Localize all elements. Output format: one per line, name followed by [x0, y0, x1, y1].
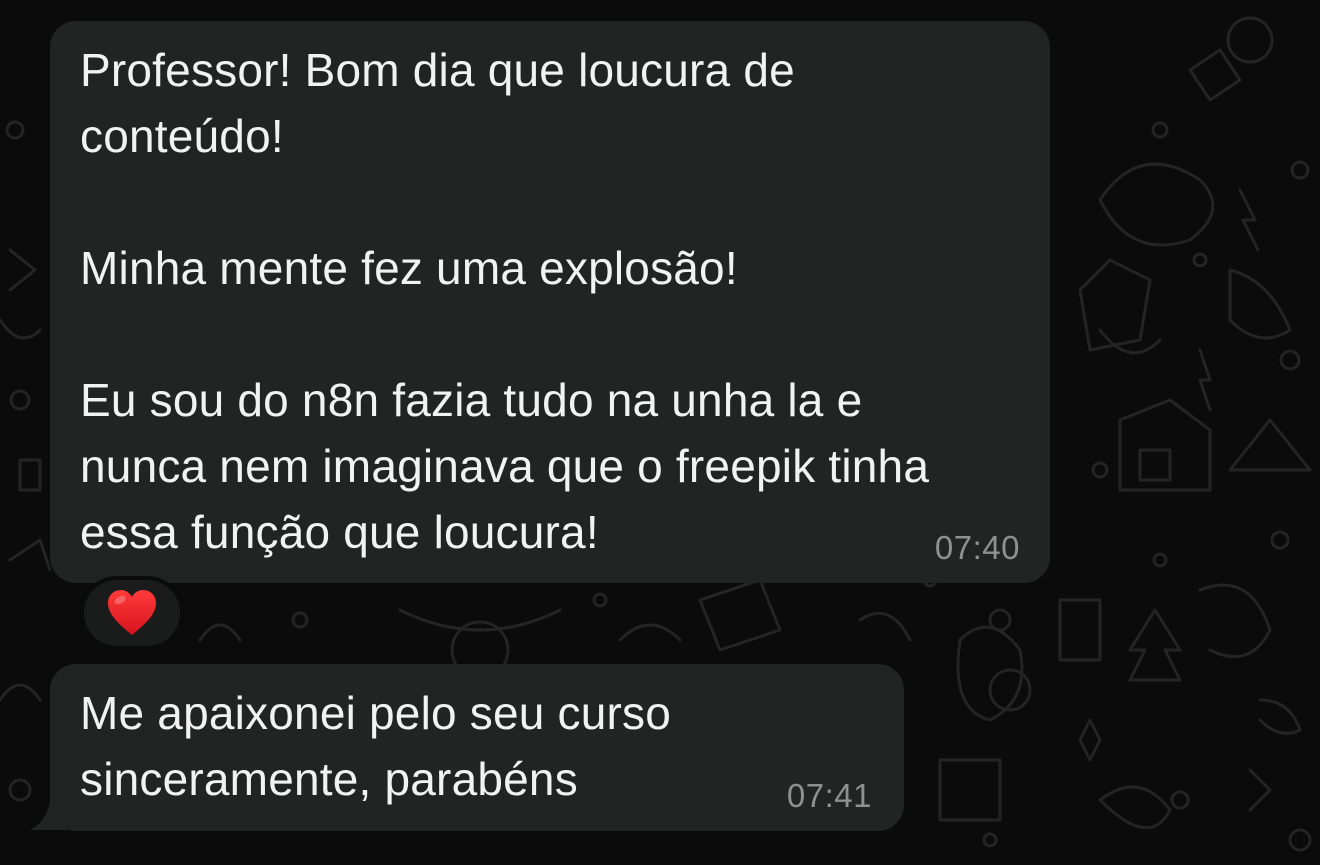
heart-icon: [108, 590, 156, 635]
message-timestamp: 07:41: [786, 777, 872, 814]
message-text: Professor! Bom dia que loucura de conteú…: [80, 44, 930, 558]
message-timestamp: 07:40: [934, 529, 1020, 566]
reaction-badge[interactable]: [80, 576, 184, 650]
message-bubble[interactable]: Me apaixonei pelo seu curso sinceramente…: [50, 664, 904, 831]
message-text: Me apaixonei pelo seu curso sinceramente…: [80, 687, 671, 805]
message-bubble[interactable]: Professor! Bom dia que loucura de conteú…: [50, 21, 1050, 583]
